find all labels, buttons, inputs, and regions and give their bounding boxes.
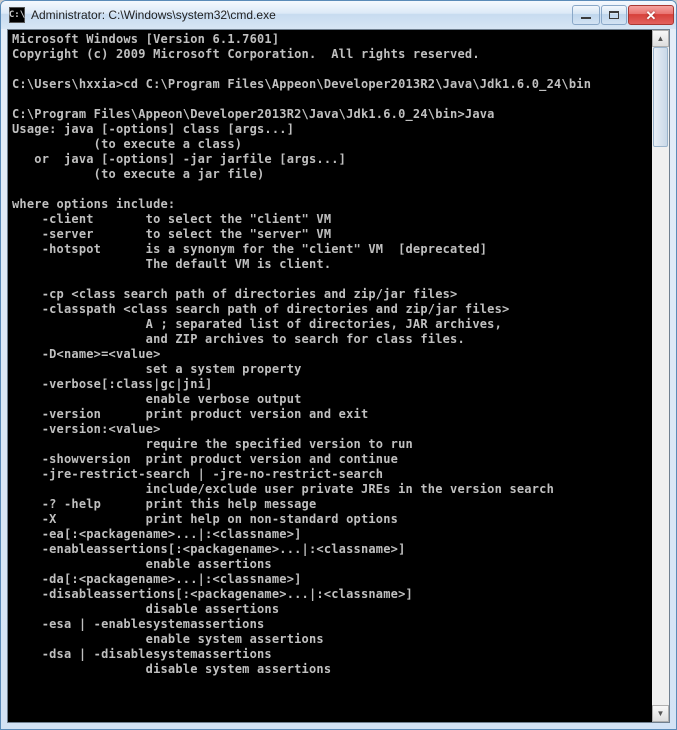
close-button[interactable]: ✕ xyxy=(628,5,674,25)
cmd-icon: C:\ xyxy=(9,7,25,23)
chevron-up-icon: ▲ xyxy=(657,34,665,43)
scrollbar-track[interactable] xyxy=(652,47,669,705)
chevron-down-icon: ▼ xyxy=(657,709,665,718)
window-frame: C:\ Administrator: C:\Windows\system32\c… xyxy=(0,0,677,730)
maximize-icon xyxy=(609,11,619,19)
scroll-down-button[interactable]: ▼ xyxy=(652,705,669,722)
vertical-scrollbar[interactable]: ▲ ▼ xyxy=(652,30,669,722)
minimize-button[interactable] xyxy=(572,5,600,25)
client-area: Microsoft Windows [Version 6.1.7601] Cop… xyxy=(7,29,670,723)
minimize-icon xyxy=(581,17,591,19)
maximize-button[interactable] xyxy=(601,5,627,25)
titlebar[interactable]: C:\ Administrator: C:\Windows\system32\c… xyxy=(1,1,676,29)
close-icon: ✕ xyxy=(646,9,657,22)
window-controls: ✕ xyxy=(572,5,674,25)
scroll-up-button[interactable]: ▲ xyxy=(652,30,669,47)
console-output[interactable]: Microsoft Windows [Version 6.1.7601] Cop… xyxy=(8,30,652,722)
window-title: Administrator: C:\Windows\system32\cmd.e… xyxy=(31,8,568,22)
scrollbar-thumb[interactable] xyxy=(653,47,668,147)
